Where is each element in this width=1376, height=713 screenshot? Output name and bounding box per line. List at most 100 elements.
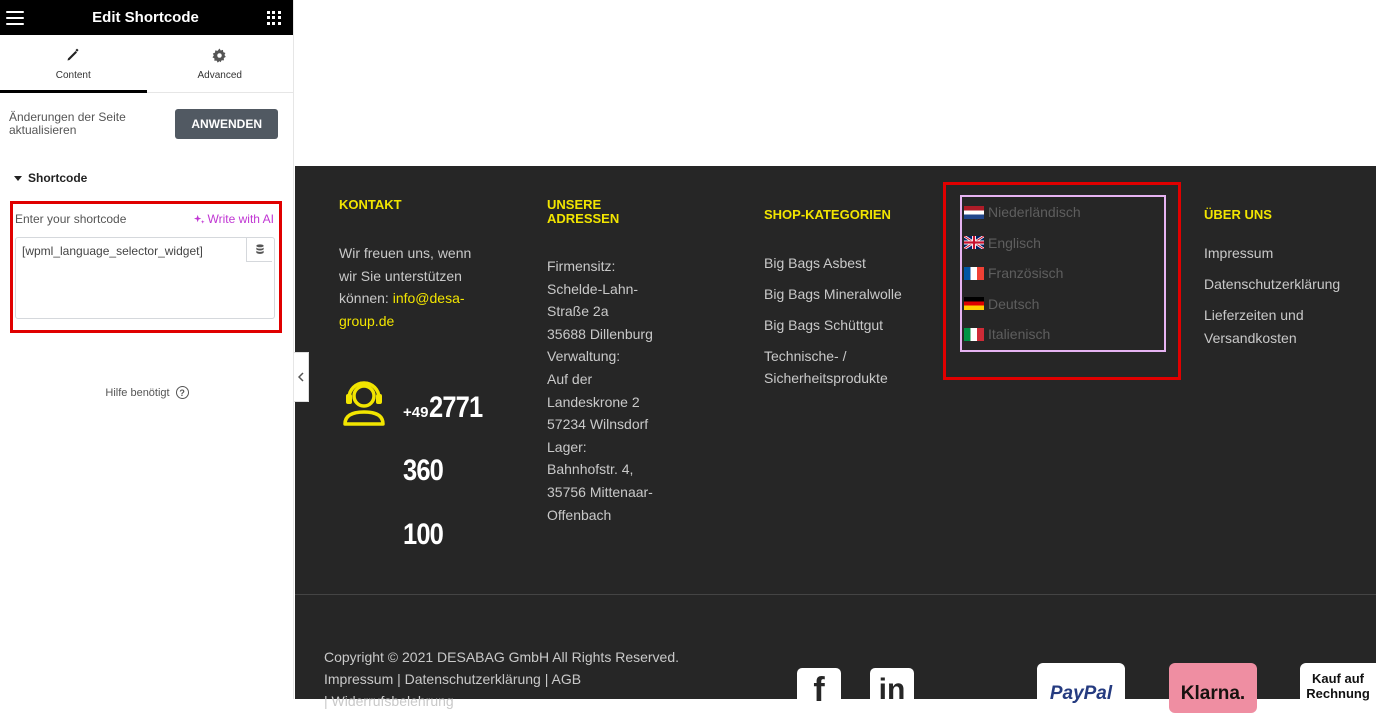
shortcode-label-row: Enter your shortcode Write with AI [13, 204, 279, 226]
headset-support-icon [343, 381, 385, 426]
write-with-ai-label: Write with AI [207, 212, 274, 226]
adressen-title-line2: ADRESSEN [547, 211, 620, 226]
ueber-link-versandkosten[interactable]: Versandkosten [1204, 327, 1340, 350]
adressen-line: Verwaltung: [547, 348, 621, 365]
ueber-link-impressum[interactable]: Impressum [1204, 242, 1340, 265]
legal-links[interactable]: Impressum | Datenschutzerklärung | AGB [324, 668, 679, 690]
language-selector: Niederländisch Englisch Französisch Deut… [960, 195, 1166, 352]
phone-part-3: 100 [403, 518, 444, 551]
ueber-link-lieferzeiten[interactable]: Lieferzeiten und [1204, 304, 1340, 327]
chevron-left-icon [298, 372, 304, 382]
klarna-label: Klarna. [1180, 683, 1246, 704]
tab-content[interactable]: Content [0, 35, 147, 93]
adressen-line: Landeskrone 2 [547, 393, 640, 410]
adressen-line: 57234 Wilnsdorf [547, 416, 649, 433]
adressen-title: UNSERE ADRESSEN [547, 198, 619, 226]
adressen-list: Firmensitz: Schelde-Lahn- Straße 2a 3568… [547, 255, 653, 526]
footer-divider [295, 594, 1376, 595]
editor-panel: Edit Shortcode Content Advanced Änderung… [0, 0, 294, 699]
database-icon [255, 244, 264, 254]
gear-icon [212, 46, 227, 64]
site-footer: KONTAKT Wir freuen uns, wenn wir Sie unt… [295, 166, 1376, 713]
language-item-it[interactable]: Italienisch [962, 319, 1164, 350]
kontakt-title: KONTAKT [339, 197, 402, 212]
panel-tabs: Content Advanced [0, 35, 293, 93]
apply-button[interactable]: ANWENDEN [175, 109, 278, 139]
tab-advanced[interactable]: Advanced [147, 35, 294, 92]
copyright: Copyright © 2021 DESABAG GmbH All Rights… [324, 646, 679, 712]
ueber-list: Impressum Datenschutzerklärung Lieferzei… [1204, 242, 1340, 349]
help-link[interactable]: Hilfe benötigt ? [0, 386, 294, 399]
adressen-line: Offenbach [547, 506, 612, 523]
shortcode-highlight-box: Enter your shortcode Write with AI [wpml… [10, 201, 282, 333]
adressen-line: Straße 2a [547, 303, 609, 320]
shop-list: Big Bags Asbest Big Bags Mineralwolle Bi… [764, 252, 902, 390]
kontakt-text: Wir freuen uns, wenn wir Sie unterstütze… [339, 242, 484, 332]
shop-link-technische[interactable]: Technische- / [764, 345, 902, 368]
flag-it-icon [964, 327, 984, 341]
widgets-grid-icon[interactable] [266, 10, 281, 25]
rechnung-badge: Kauf auf Rechnung [1300, 663, 1376, 713]
adressen-title-line1: UNSERE [547, 197, 602, 212]
panel-title: Edit Shortcode [92, 9, 199, 26]
shop-link-asbest[interactable]: Big Bags Asbest [764, 252, 902, 275]
flag-de-icon [964, 297, 984, 311]
paypal-label: PayPal [1049, 683, 1113, 704]
phone-part-2: 360 [403, 454, 444, 487]
adressen-line: Firmensitz: [547, 258, 616, 274]
klarna-badge: Klarna. [1169, 663, 1257, 713]
adressen-line: Lager: [547, 438, 587, 455]
flag-nl-icon [964, 205, 984, 219]
language-item-fr[interactable]: Französisch [962, 258, 1164, 289]
shop-link-schuettgut[interactable]: Big Bags Schüttgut [764, 314, 902, 337]
shortcode-input[interactable]: [wpml_language_selector_widget] [15, 237, 275, 319]
facebook-icon[interactable]: f [797, 668, 841, 712]
phone-prefix: +49 [403, 404, 429, 421]
write-with-ai-button[interactable]: Write with AI [193, 212, 274, 226]
panel-header: Edit Shortcode [0, 0, 293, 35]
shop-link-mineralwolle[interactable]: Big Bags Mineralwolle [764, 283, 902, 306]
dynamic-tags-button[interactable] [246, 238, 272, 262]
adressen-line: 35688 Dillenburg [547, 325, 653, 342]
language-label: Niederländisch [988, 204, 1081, 221]
ueber-link-datenschutz[interactable]: Datenschutzerklärung [1204, 273, 1340, 296]
language-item-de[interactable]: Deutsch [962, 289, 1164, 320]
language-label: Italienisch [988, 326, 1051, 343]
collapse-panel-button[interactable] [294, 352, 309, 402]
section-title: Shortcode [28, 171, 88, 185]
language-label: Deutsch [988, 295, 1040, 312]
language-item-en[interactable]: Englisch [962, 228, 1164, 259]
language-item-nl[interactable]: Niederländisch [962, 197, 1164, 228]
linkedin-glyph: in [878, 673, 906, 706]
caret-down-icon [14, 175, 22, 181]
shop-link-sicherheit[interactable]: Sicherheitsprodukte [764, 367, 902, 390]
copyright-line: Copyright © 2021 DESABAG GmbH All Rights… [324, 649, 680, 665]
menu-icon[interactable] [6, 10, 24, 25]
adressen-line: Bahnhofstr. 4, [547, 461, 634, 478]
question-icon: ? [175, 386, 189, 399]
language-label: Französisch [988, 265, 1064, 282]
adressen-line: 35756 Mittenaar- [547, 483, 653, 500]
tab-content-label: Content [55, 70, 91, 81]
help-label: Hilfe benötigt [105, 386, 170, 399]
paypal-badge: PayPal [1037, 663, 1125, 713]
adressen-line: Schelde-Lahn- [547, 280, 639, 297]
sparkle-icon [193, 214, 205, 224]
apply-row: Änderungen der Seite aktualisieren ANWEN… [0, 93, 293, 139]
apply-text: Änderungen der Seite aktualisieren [9, 110, 126, 137]
widerruf-link[interactable]: | Widerrufsbelehrung [324, 690, 679, 712]
flag-fr-icon [964, 266, 984, 280]
adressen-line: Auf der [547, 370, 593, 387]
rechnung-label: Kauf auf Rechnung [1306, 671, 1370, 701]
shop-title: SHOP-KATEGORIEN [764, 207, 891, 222]
shortcode-label: Enter your shortcode [15, 212, 127, 226]
facebook-glyph: f [813, 671, 825, 709]
language-label: Englisch [988, 234, 1041, 251]
page-preview: KONTAKT Wir freuen uns, wenn wir Sie unt… [295, 0, 1376, 713]
phone-part-1: 2771 [429, 391, 483, 424]
section-shortcode-toggle[interactable]: Shortcode [0, 171, 293, 185]
ueber-title: ÜBER UNS [1204, 207, 1272, 222]
flag-gb-icon [964, 236, 984, 250]
linkedin-icon[interactable]: in [870, 668, 914, 712]
tab-advanced-label: Advanced [197, 70, 242, 81]
